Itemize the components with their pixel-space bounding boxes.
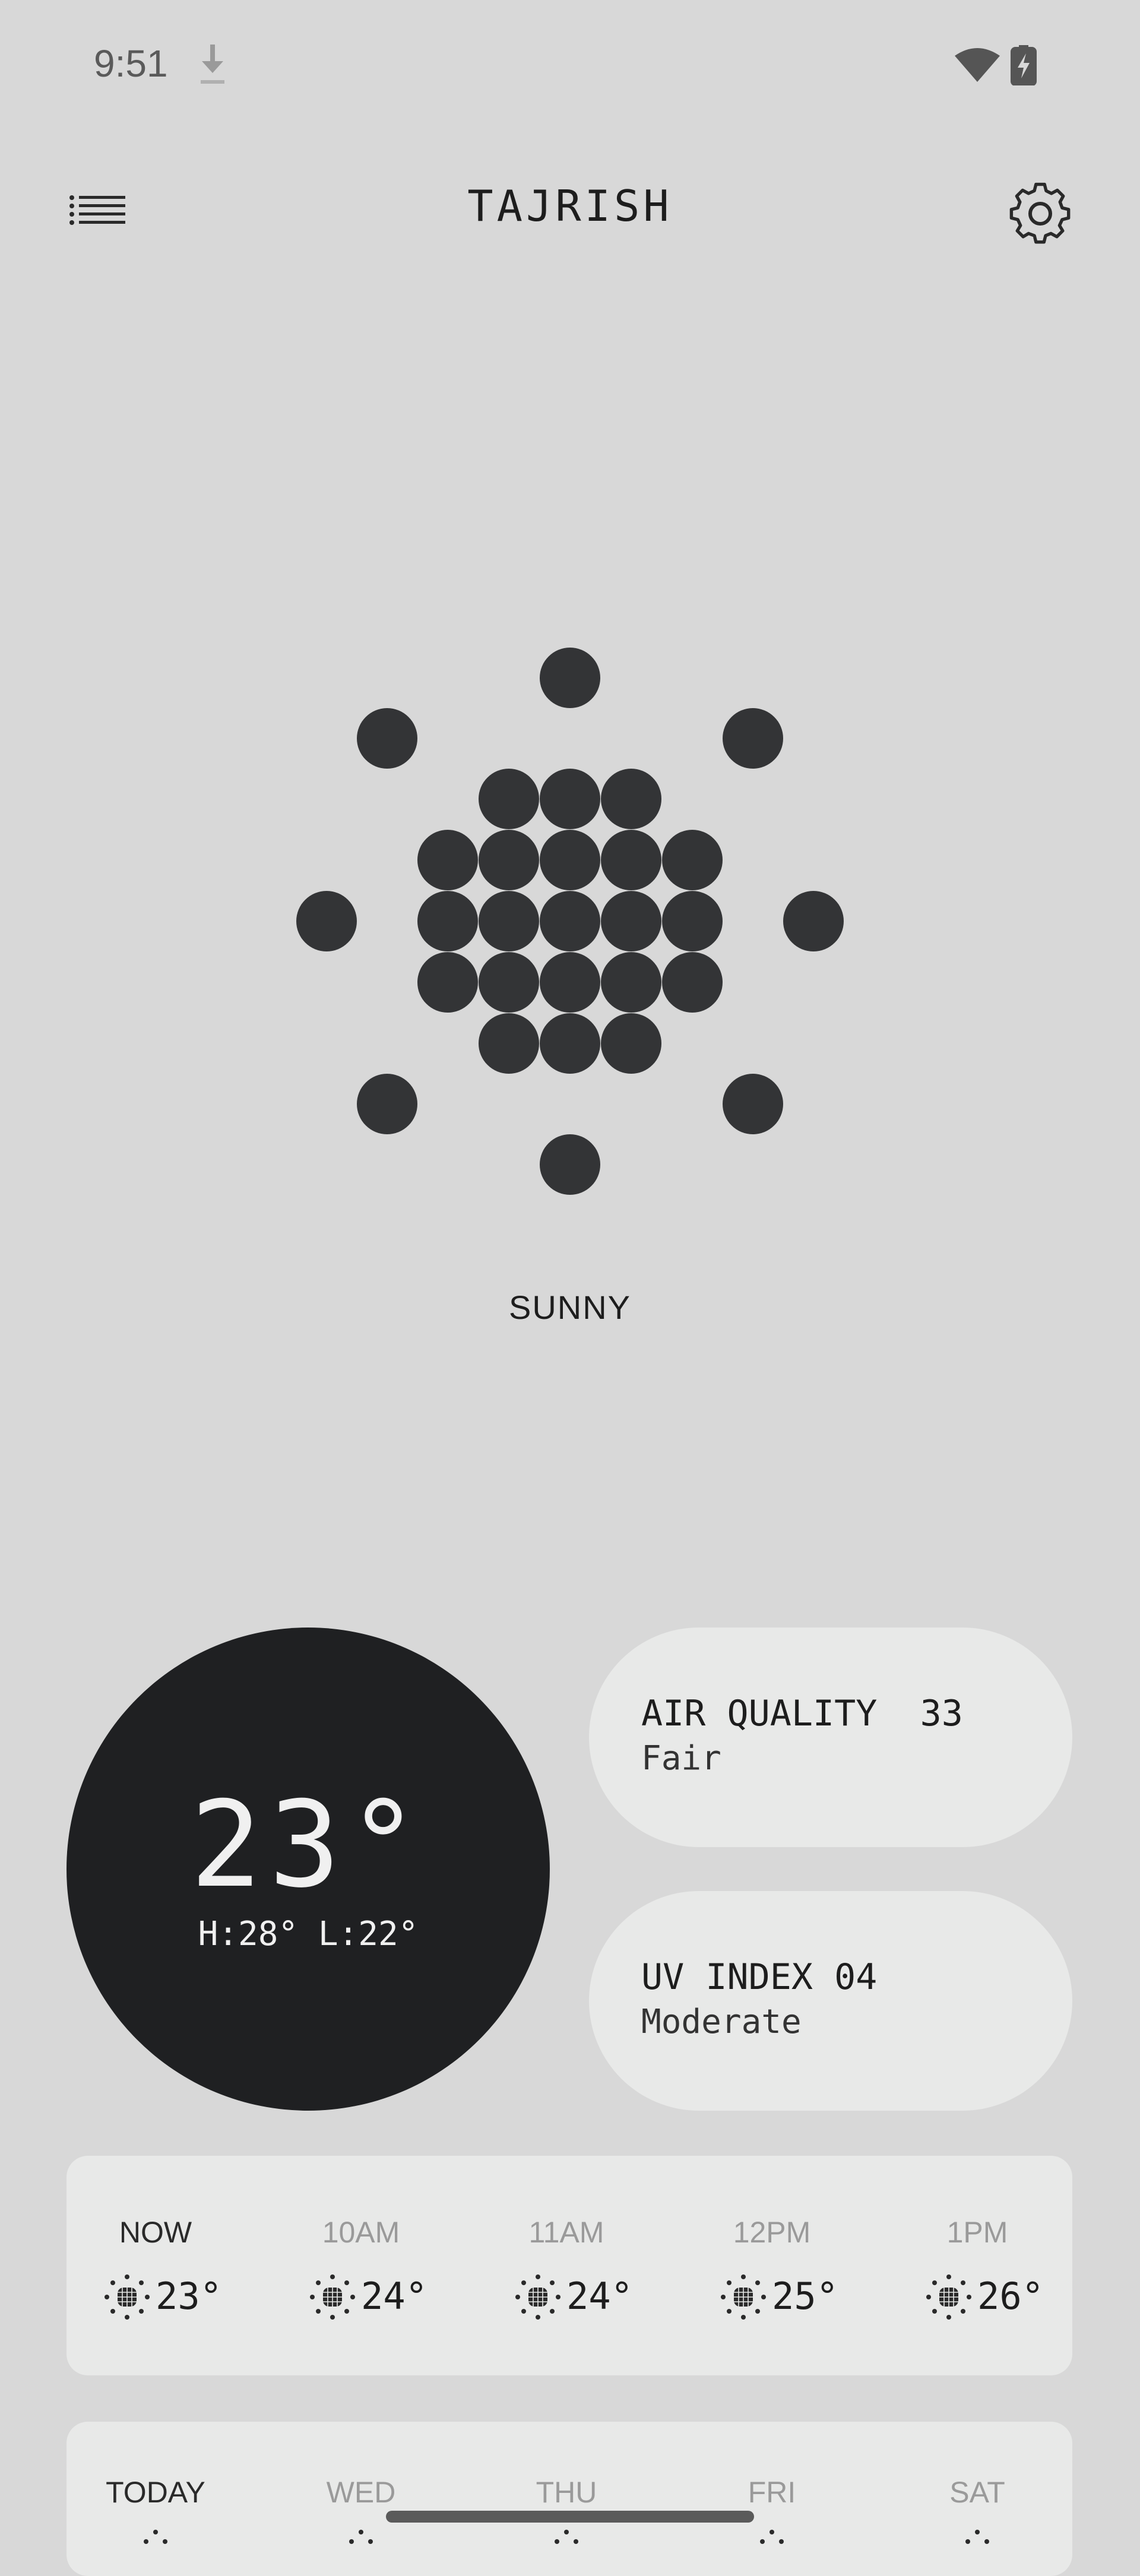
hourly-item[interactable]: NOW 23° xyxy=(66,2156,245,2375)
hourly-item[interactable]: 11AM 24° xyxy=(477,2156,656,2375)
day-label: WED xyxy=(326,2476,396,2509)
sun-ray-dot xyxy=(723,1074,783,1134)
sun-ray-dot xyxy=(296,891,357,951)
sun-icon xyxy=(515,2274,560,2320)
home-indicator[interactable] xyxy=(386,2511,754,2523)
sun-icon xyxy=(349,2530,373,2544)
hour-temp: 26° xyxy=(977,2274,1044,2318)
hour-temp: 24° xyxy=(361,2274,428,2318)
day-label: THU xyxy=(536,2476,597,2509)
uv-index-label: Moderate xyxy=(641,2003,802,2041)
hourly-item[interactable]: 1PM 26° xyxy=(888,2156,1066,2375)
sun-icon xyxy=(555,2530,578,2544)
sun-icon xyxy=(965,2530,989,2544)
location-title: TAJRISH xyxy=(467,181,673,231)
status-time: 9:51 xyxy=(94,42,168,85)
hour-label: NOW xyxy=(119,2216,192,2249)
daily-item[interactable]: WED xyxy=(272,2422,450,2576)
daily-item[interactable]: TODAY xyxy=(66,2422,245,2576)
sun-ray-dot xyxy=(540,648,600,708)
sun-icon xyxy=(721,2274,766,2320)
hour-temp: 23° xyxy=(156,2274,222,2318)
sun-icon xyxy=(760,2530,784,2544)
hourly-item[interactable]: 10AM 24° xyxy=(272,2156,450,2375)
sun-icon xyxy=(144,2530,167,2544)
hour-label: 12PM xyxy=(733,2216,811,2249)
hour-temp: 25° xyxy=(772,2274,838,2318)
hour-label: 1PM xyxy=(946,2216,1008,2249)
sunny-weather-icon xyxy=(296,648,844,1195)
air-quality-label: Fair xyxy=(641,1739,721,1778)
hourly-forecast-card[interactable]: NOW 23° 10AM 24° 11AM 24° 12PM 25° 1PM 2… xyxy=(66,2156,1072,2375)
hour-temp: 24° xyxy=(566,2274,633,2318)
daily-item[interactable]: SAT xyxy=(888,2422,1066,2576)
sun-ray-dot xyxy=(357,708,417,769)
status-bar: 9:51 xyxy=(0,0,1140,131)
day-label: TODAY xyxy=(106,2476,205,2509)
uv-index-title: UV INDEX 04 xyxy=(641,1956,878,1998)
hour-label: 10AM xyxy=(322,2216,400,2249)
wifi-icon xyxy=(955,48,1000,82)
air-quality-title: AIR QUALITY 33 xyxy=(641,1693,963,1734)
hourly-item[interactable]: 12PM 25° xyxy=(683,2156,861,2375)
day-label: FRI xyxy=(748,2476,796,2509)
daily-forecast-card[interactable]: TODAY WED THU FRI SAT xyxy=(66,2422,1072,2576)
sun-icon xyxy=(926,2274,971,2320)
daily-item[interactable]: FRI xyxy=(683,2422,861,2576)
hour-label: 11AM xyxy=(528,2216,604,2249)
sun-ray-dot xyxy=(783,891,844,951)
download-icon xyxy=(201,45,224,84)
sun-icon xyxy=(104,2274,150,2320)
sun-ray-dot xyxy=(540,1134,600,1195)
battery-charging-icon xyxy=(1011,45,1037,85)
day-label: SAT xyxy=(949,2476,1005,2509)
uv-index-card[interactable]: UV INDEX 04 Moderate xyxy=(589,1891,1072,2111)
sun-icon xyxy=(310,2274,355,2320)
settings-gear-icon[interactable] xyxy=(1005,178,1076,249)
air-quality-card[interactable]: AIR QUALITY 33 Fair xyxy=(589,1628,1072,1847)
current-temperature-card[interactable]: 23° H:28° L:22° xyxy=(66,1628,550,2111)
current-temperature: 23° xyxy=(190,1776,426,1914)
sun-ray-dot xyxy=(723,708,783,769)
daily-item[interactable]: THU xyxy=(477,2422,656,2576)
high-low-temperature: H:28° L:22° xyxy=(198,1915,419,1953)
condition-label: SUNNY xyxy=(508,1289,632,1326)
sun-ray-dot xyxy=(357,1074,417,1134)
